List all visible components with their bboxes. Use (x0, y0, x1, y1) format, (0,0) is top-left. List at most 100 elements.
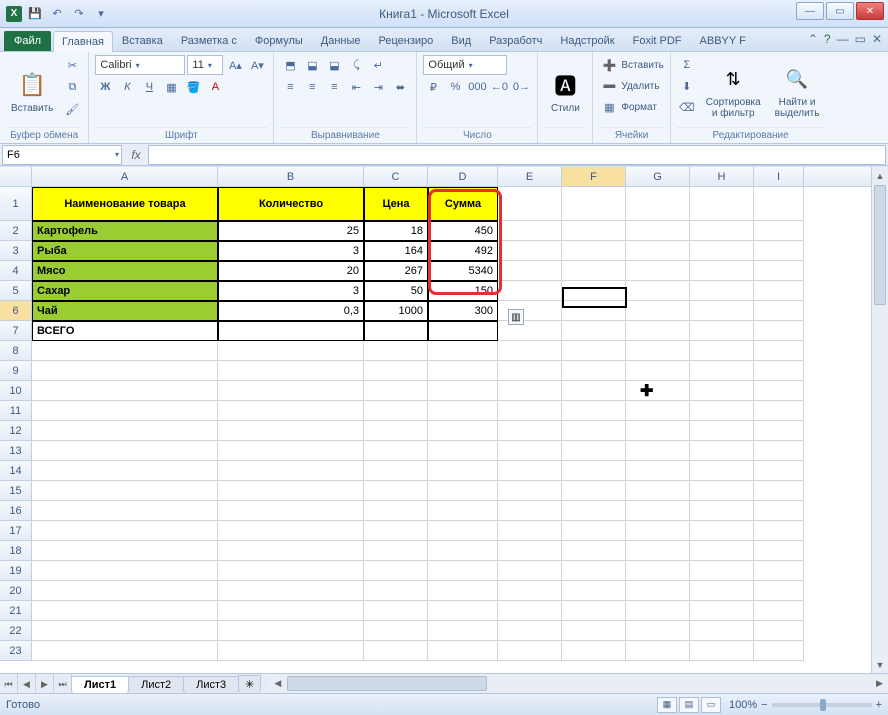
cell-D23[interactable] (428, 641, 498, 661)
cell-I5[interactable] (754, 281, 804, 301)
cell-B20[interactable] (218, 581, 364, 601)
cell-B4[interactable]: 20 (218, 261, 364, 281)
cell-G13[interactable] (626, 441, 690, 461)
qat-redo[interactable]: ↷ (70, 5, 88, 23)
cell-F23[interactable] (562, 641, 626, 661)
cell-B1[interactable]: Количество (218, 187, 364, 221)
zoom-out-button[interactable]: − (761, 699, 767, 711)
tab-review[interactable]: Рецензиро (370, 30, 443, 51)
cell-I6[interactable] (754, 301, 804, 321)
cell-A16[interactable] (32, 501, 218, 521)
cell-C4[interactable]: 267 (364, 261, 428, 281)
underline-button[interactable]: Ч (139, 77, 159, 97)
cell-C18[interactable] (364, 541, 428, 561)
cell-G3[interactable] (626, 241, 690, 261)
orientation-button[interactable]: ⤹ (346, 55, 366, 75)
cell-F9[interactable] (562, 361, 626, 381)
delete-cells-button[interactable]: ➖ (599, 76, 619, 96)
cell-D9[interactable] (428, 361, 498, 381)
cell-A23[interactable] (32, 641, 218, 661)
doc-close-icon[interactable]: ✕ (872, 32, 882, 46)
cell-E3[interactable] (498, 241, 562, 261)
cell-C3[interactable]: 164 (364, 241, 428, 261)
row-header[interactable]: 7 (0, 321, 32, 341)
col-header-E[interactable]: E (498, 167, 562, 186)
col-header-A[interactable]: A (32, 167, 218, 186)
cell-A4[interactable]: Мясо (32, 261, 218, 281)
align-bottom-button[interactable]: ⬓ (324, 55, 344, 75)
cell-C10[interactable] (364, 381, 428, 401)
col-header-G[interactable]: G (626, 167, 690, 186)
number-format-combo[interactable]: Общий▾ (423, 55, 507, 75)
cell-C9[interactable] (364, 361, 428, 381)
scroll-left-button[interactable]: ◀ (269, 674, 286, 693)
cell-A10[interactable] (32, 381, 218, 401)
cell-D10[interactable] (428, 381, 498, 401)
currency-button[interactable]: ₽ (423, 77, 443, 97)
align-middle-button[interactable]: ⬓ (302, 55, 322, 75)
sheet-next-button[interactable]: ▶ (36, 674, 54, 694)
cell-D12[interactable] (428, 421, 498, 441)
cell-G23[interactable] (626, 641, 690, 661)
cell-E14[interactable] (498, 461, 562, 481)
cell-I23[interactable] (754, 641, 804, 661)
row-header[interactable]: 8 (0, 341, 32, 361)
cell-D6[interactable]: 300 (428, 301, 498, 321)
row-header[interactable]: 11 (0, 401, 32, 421)
cell-G6[interactable] (626, 301, 690, 321)
cell-B16[interactable] (218, 501, 364, 521)
cell-H11[interactable] (690, 401, 754, 421)
cell-E5[interactable] (498, 281, 562, 301)
cell-C17[interactable] (364, 521, 428, 541)
scroll-up-button[interactable]: ▲ (872, 167, 888, 184)
cell-B17[interactable] (218, 521, 364, 541)
doc-restore-icon[interactable]: ▭ (855, 32, 866, 46)
cell-I12[interactable] (754, 421, 804, 441)
cell-H10[interactable] (690, 381, 754, 401)
cell-F13[interactable] (562, 441, 626, 461)
cell-G22[interactable] (626, 621, 690, 641)
cell-G11[interactable] (626, 401, 690, 421)
font-name-combo[interactable]: Calibri▾ (95, 55, 185, 75)
cell-E8[interactable] (498, 341, 562, 361)
row-header[interactable]: 20 (0, 581, 32, 601)
row-header[interactable]: 23 (0, 641, 32, 661)
maximize-button[interactable]: ▭ (826, 2, 854, 20)
cell-F18[interactable] (562, 541, 626, 561)
cell-C11[interactable] (364, 401, 428, 421)
cell-G7[interactable] (626, 321, 690, 341)
name-box[interactable]: F6 ▾ (2, 145, 122, 165)
cell-H7[interactable] (690, 321, 754, 341)
merge-button[interactable]: ⬌ (390, 77, 410, 97)
cell-G18[interactable] (626, 541, 690, 561)
sheet-first-button[interactable]: ⏮ (0, 674, 18, 694)
cell-C1[interactable]: Цена (364, 187, 428, 221)
cell-B12[interactable] (218, 421, 364, 441)
row-header[interactable]: 4 (0, 261, 32, 281)
cell-D4[interactable]: 5340 (428, 261, 498, 281)
cell-H2[interactable] (690, 221, 754, 241)
sheet-tab-2[interactable]: Лист2 (128, 676, 184, 693)
row-header[interactable]: 17 (0, 521, 32, 541)
cell-I4[interactable] (754, 261, 804, 281)
tab-insert[interactable]: Вставка (113, 30, 172, 51)
cell-G19[interactable] (626, 561, 690, 581)
inc-decimal-button[interactable]: ←0 (489, 77, 509, 97)
cell-A12[interactable] (32, 421, 218, 441)
cell-D8[interactable] (428, 341, 498, 361)
fill-color-button[interactable]: 🪣 (183, 77, 203, 97)
indent-dec-button[interactable]: ⇤ (346, 77, 366, 97)
format-painter-button[interactable]: 🖌 (62, 99, 82, 119)
cell-B8[interactable] (218, 341, 364, 361)
cell-A21[interactable] (32, 601, 218, 621)
col-header-F[interactable]: F (562, 167, 626, 186)
cell-H8[interactable] (690, 341, 754, 361)
sheet-last-button[interactable]: ⏭ (54, 674, 72, 694)
copy-button[interactable]: ⧉ (62, 77, 82, 97)
minimize-button[interactable]: — (796, 2, 824, 20)
cell-F8[interactable] (562, 341, 626, 361)
paste-button[interactable]: 📋 Вставить (6, 55, 58, 127)
shrink-font-button[interactable]: A▾ (247, 55, 267, 75)
row-header[interactable]: 15 (0, 481, 32, 501)
zoom-in-button[interactable]: + (876, 699, 882, 711)
